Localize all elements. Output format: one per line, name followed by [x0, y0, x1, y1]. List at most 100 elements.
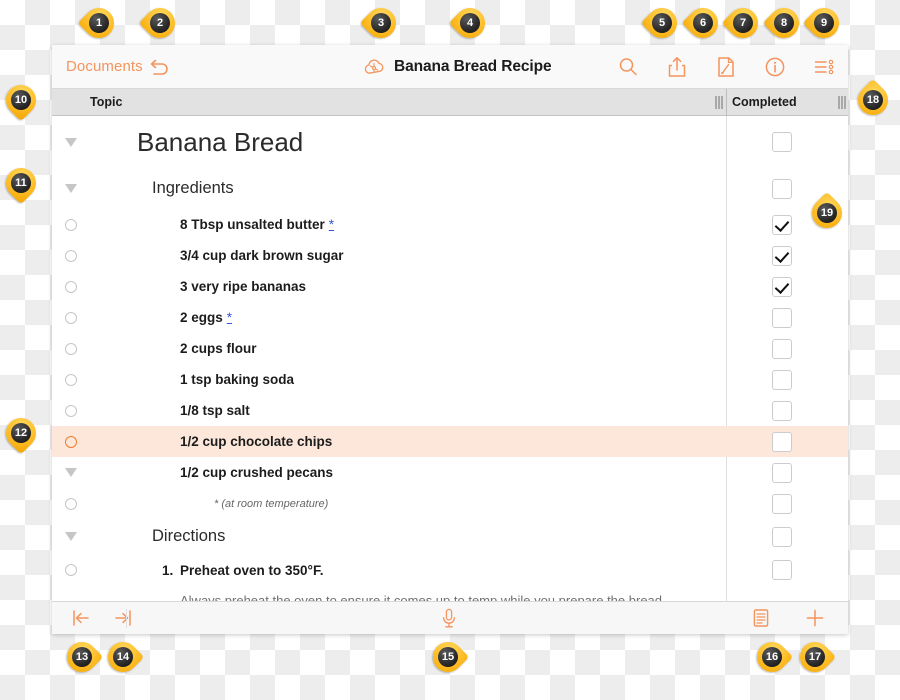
- column-resize-grip-completed[interactable]: [838, 96, 846, 109]
- row-label: Directions: [152, 527, 226, 545]
- row-completed-checkbox[interactable]: [772, 132, 792, 152]
- back-to-documents-link[interactable]: Documents: [66, 58, 143, 75]
- microphone-icon[interactable]: [438, 607, 460, 629]
- row-bullet-handle[interactable]: [60, 564, 82, 576]
- column-header-completed[interactable]: Completed: [732, 95, 797, 109]
- info-icon[interactable]: [763, 55, 787, 79]
- footnote-link[interactable]: *: [329, 217, 334, 232]
- table-row[interactable]: 1 tsp baking soda: [52, 364, 848, 395]
- table-row[interactable]: * (at room temperature): [52, 488, 848, 519]
- callout-number: 5: [652, 13, 672, 33]
- row-bullet-handle[interactable]: [60, 404, 82, 417]
- row-disclosure-triangle[interactable]: [60, 532, 82, 541]
- row-bullet-handle[interactable]: [60, 218, 82, 231]
- row-disclosure-triangle[interactable]: [60, 184, 82, 193]
- callout-number: 17: [805, 647, 825, 667]
- callout-number: 3: [371, 13, 391, 33]
- table-row[interactable]: 8 Tbsp unsalted butter *: [52, 209, 848, 240]
- callout-number: 9: [814, 13, 834, 33]
- callout-number: 10: [11, 90, 31, 110]
- callout-marker-9: 9: [802, 1, 846, 52]
- row-completed-checkbox[interactable]: [772, 307, 792, 328]
- row-bullet-handle[interactable]: [60, 342, 82, 355]
- table-row-selected[interactable]: 1/2 cup chocolate chips: [52, 426, 848, 457]
- column-header-topic[interactable]: Topic: [90, 95, 122, 109]
- cloud-sync-icon[interactable]: [362, 55, 386, 79]
- row-bullet-handle[interactable]: [60, 311, 82, 324]
- list-style-icon[interactable]: [812, 55, 836, 79]
- outline-column-header: Topic Completed: [52, 89, 848, 116]
- callout-marker-19: 19: [805, 191, 849, 242]
- table-row[interactable]: Directions: [52, 519, 848, 554]
- callout-number: 4: [460, 13, 480, 33]
- table-row[interactable]: Always preheat the oven to ensure it com…: [52, 586, 848, 602]
- outdent-icon[interactable]: [70, 607, 92, 629]
- row-completed-checkbox[interactable]: [772, 493, 792, 514]
- callout-number: 6: [693, 13, 713, 33]
- callout-number: 19: [817, 203, 837, 223]
- row-label: 1 tsp baking soda: [180, 372, 295, 387]
- markup-icon[interactable]: [714, 55, 738, 79]
- row-label: 3/4 cup dark brown sugar: [180, 248, 344, 263]
- row-bullet-handle[interactable]: [60, 373, 82, 386]
- table-row[interactable]: 2 cups flour: [52, 333, 848, 364]
- callout-number: 18: [863, 90, 883, 110]
- plus-icon[interactable]: [804, 607, 826, 629]
- row-footnote-text: * (at room temperature): [214, 497, 329, 510]
- document-title-group: Banana Bread Recipe: [362, 55, 552, 79]
- callout-marker-12: 12: [0, 411, 43, 462]
- outline-rows-container: Banana Bread Ingredients 8 Tbsp unsalted…: [52, 116, 848, 601]
- row-completed-checkbox[interactable]: [772, 245, 792, 266]
- note-document-icon[interactable]: [750, 607, 772, 629]
- row-completed-checkbox[interactable]: [772, 178, 792, 199]
- table-row[interactable]: 1. Preheat oven to 350°F.: [52, 554, 848, 586]
- bottom-toolbar: [52, 601, 848, 634]
- footnote-link[interactable]: *: [227, 310, 232, 325]
- column-divider: [726, 89, 727, 116]
- table-row[interactable]: Ingredients: [52, 168, 848, 209]
- row-completed-checkbox[interactable]: [772, 526, 792, 547]
- table-row[interactable]: 2 eggs *: [52, 302, 848, 333]
- share-icon[interactable]: [665, 55, 689, 79]
- row-completed-checkbox[interactable]: [772, 560, 792, 580]
- table-row[interactable]: 3/4 cup dark brown sugar: [52, 240, 848, 271]
- row-label: 2 cups flour: [180, 341, 257, 356]
- indent-icon[interactable]: [112, 607, 134, 629]
- undo-arrow-icon[interactable]: [147, 55, 173, 79]
- toolbar-actions: [616, 55, 836, 79]
- row-completed-checkbox[interactable]: [772, 276, 792, 297]
- table-row[interactable]: 1/2 cup crushed pecans: [52, 457, 848, 488]
- callout-number: 11: [11, 173, 31, 193]
- row-completed-checkbox[interactable]: [772, 214, 792, 235]
- callout-number: 13: [72, 647, 92, 667]
- callout-marker-17: 17: [793, 635, 837, 686]
- search-icon[interactable]: [616, 55, 640, 79]
- callout-marker-6: 6: [681, 1, 725, 52]
- callout-marker-7: 7: [721, 1, 765, 52]
- callout-marker-5: 5: [640, 1, 684, 52]
- callout-number: 12: [11, 423, 31, 443]
- row-bullet-handle[interactable]: [60, 497, 82, 510]
- row-bullet-handle[interactable]: [60, 249, 82, 262]
- row-completed-checkbox[interactable]: [772, 369, 792, 390]
- row-completed-checkbox[interactable]: [772, 431, 792, 452]
- row-actions: [750, 607, 826, 629]
- table-row[interactable]: 1/8 tsp salt: [52, 395, 848, 426]
- row-label: 1/2 cup crushed pecans: [180, 465, 334, 480]
- row-bullet-handle[interactable]: [60, 280, 82, 293]
- callout-marker-13: 13: [60, 635, 104, 686]
- row-completed-checkbox[interactable]: [772, 462, 792, 483]
- row-completed-checkbox[interactable]: [772, 338, 792, 359]
- table-row[interactable]: Banana Bread: [52, 116, 848, 168]
- row-label: 3 very ripe bananas: [180, 279, 307, 294]
- row-completed-checkbox[interactable]: [772, 400, 792, 421]
- row-label: 2 eggs: [180, 310, 223, 325]
- toolbar-separator: [126, 609, 127, 628]
- column-resize-grip-topic[interactable]: [715, 96, 723, 109]
- table-row[interactable]: 3 very ripe bananas: [52, 271, 848, 302]
- callout-marker-18: 18: [851, 78, 895, 129]
- callout-number: 2: [150, 13, 170, 33]
- row-disclosure-triangle[interactable]: [60, 468, 82, 477]
- row-bullet-handle-selected[interactable]: [60, 435, 82, 448]
- row-disclosure-triangle[interactable]: [60, 137, 82, 147]
